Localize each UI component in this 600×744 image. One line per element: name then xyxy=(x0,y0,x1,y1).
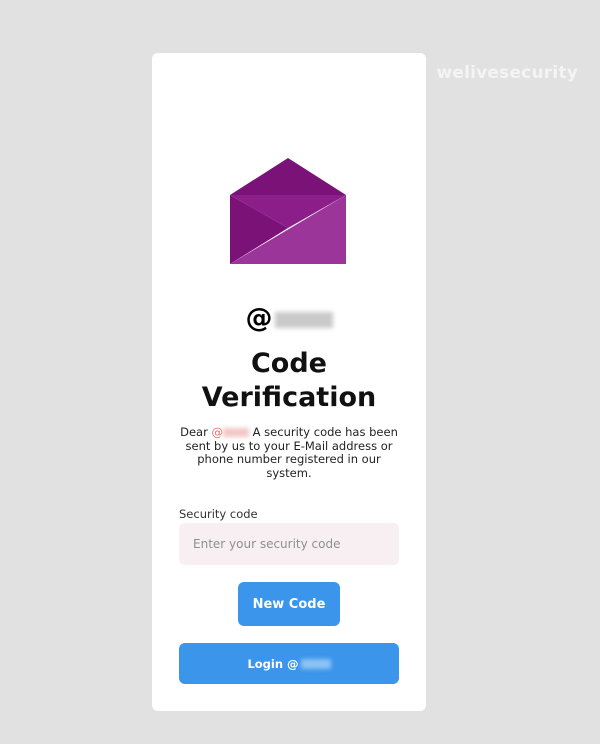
page-title: Code Verification xyxy=(152,347,426,415)
recipient-name: @ xyxy=(211,425,249,439)
redacted-recipient xyxy=(223,428,249,437)
verification-message: Dear @ A security code has been sent by … xyxy=(180,425,398,480)
recipient-at: @ xyxy=(211,425,224,439)
message-prefix: Dear xyxy=(180,425,212,439)
envelope-flap xyxy=(230,158,346,195)
title-line-2: Verification xyxy=(201,382,377,413)
login-button-label: Login @ xyxy=(247,656,299,671)
account-username: @ xyxy=(152,303,426,334)
redacted-login-name xyxy=(300,658,331,669)
title-line-1: Code xyxy=(250,348,327,379)
redacted-username xyxy=(274,311,333,328)
username-prefix: @ xyxy=(245,303,273,334)
envelope-open-icon xyxy=(230,158,346,264)
verification-card: @ Code Verification Dear @ A security co… xyxy=(152,53,426,711)
security-code-label: Security code xyxy=(179,507,258,521)
watermark-logo: welivesecurity xyxy=(436,63,578,83)
login-button[interactable]: Login @ xyxy=(179,643,399,684)
new-code-button[interactable]: New Code xyxy=(238,582,340,626)
security-code-input[interactable] xyxy=(179,523,399,565)
